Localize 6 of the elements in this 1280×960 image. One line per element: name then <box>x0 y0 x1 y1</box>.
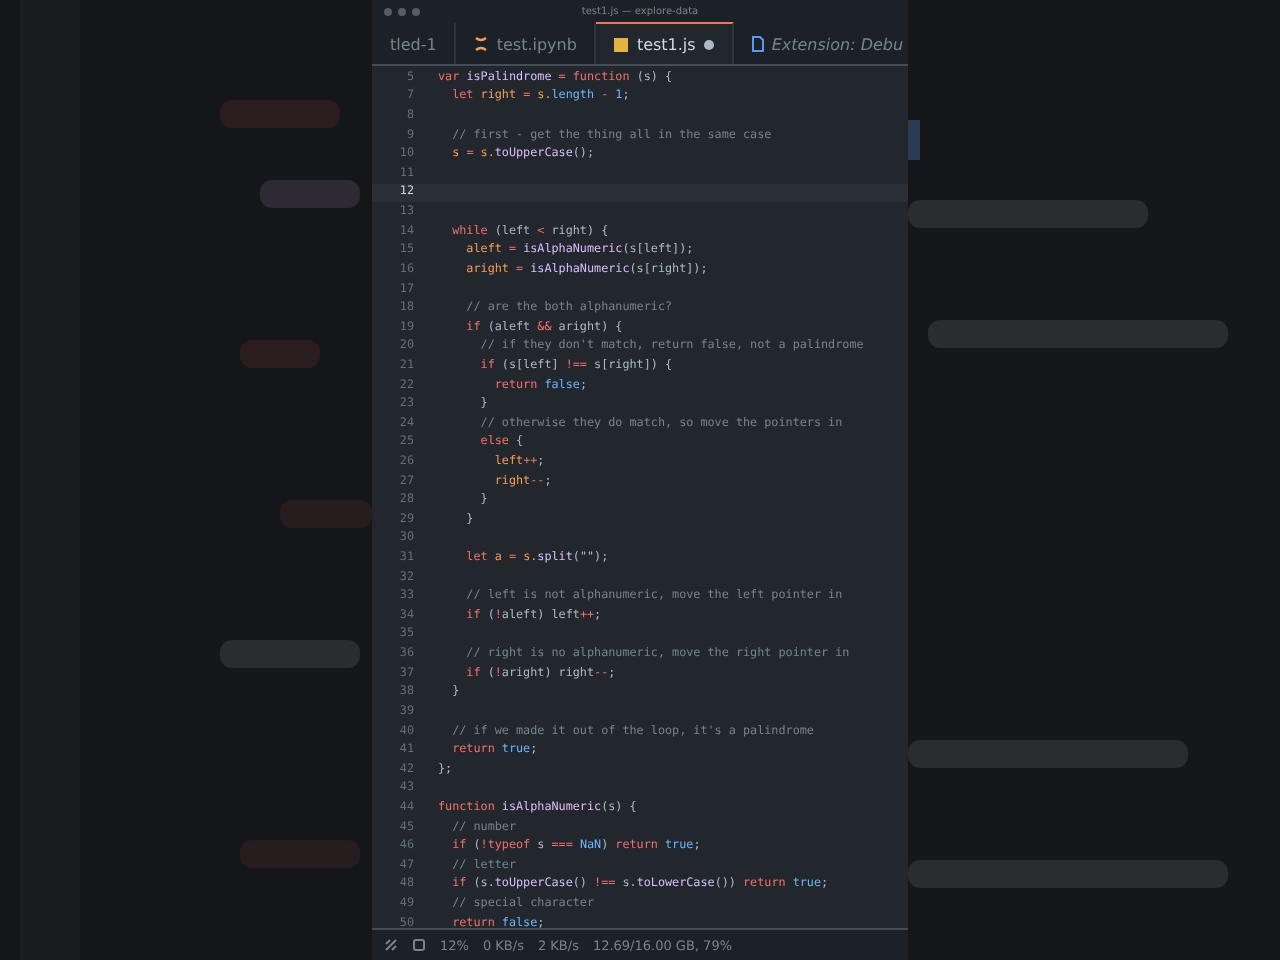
document-icon <box>751 36 764 52</box>
editor-tab[interactable]: test1.js <box>596 22 734 64</box>
notebook-icon <box>474 36 489 52</box>
remote-icon[interactable] <box>384 938 398 952</box>
editor-tab[interactable]: tled-1 <box>372 22 457 64</box>
file-icon <box>614 37 629 51</box>
